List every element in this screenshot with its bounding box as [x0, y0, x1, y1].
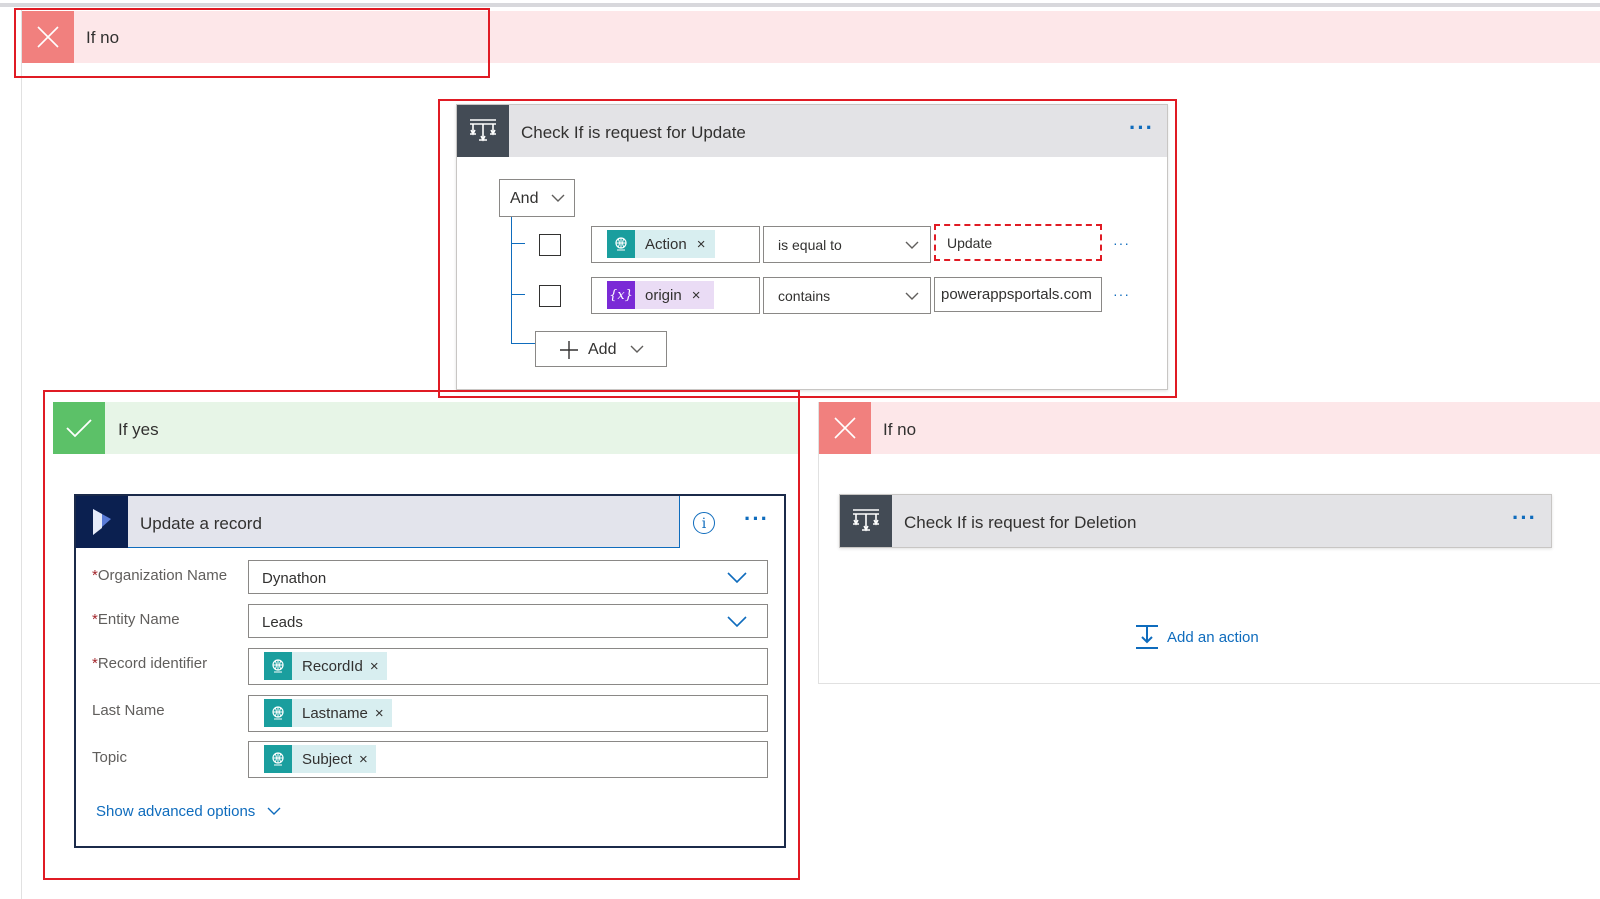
no-branch-container: If no Check If is request for Deletion ·…	[818, 402, 1600, 684]
condition-delete-title: Check If is request for Deletion	[904, 513, 1137, 532]
add-an-action-label: Add an action	[1167, 628, 1259, 646]
annotation-top-if-no	[14, 8, 490, 78]
add-an-action-button[interactable]: Add an action	[1135, 624, 1259, 650]
condition-icon	[840, 495, 892, 547]
close-icon	[819, 402, 871, 454]
top-divider	[0, 3, 1600, 7]
no-branch-label: If no	[883, 420, 917, 439]
condition-delete-more-button[interactable]: ···	[1512, 507, 1537, 529]
annotation-yes-branch	[43, 390, 800, 880]
condition-delete-header[interactable]: Check If is request for Deletion ···	[840, 495, 1551, 547]
add-action-icon	[1136, 625, 1158, 649]
annotation-condition-card	[438, 99, 1177, 398]
no-branch-header[interactable]: If no	[819, 402, 1600, 454]
left-scope-line	[21, 8, 22, 899]
condition-delete-card[interactable]: Check If is request for Deletion ···	[839, 494, 1552, 548]
